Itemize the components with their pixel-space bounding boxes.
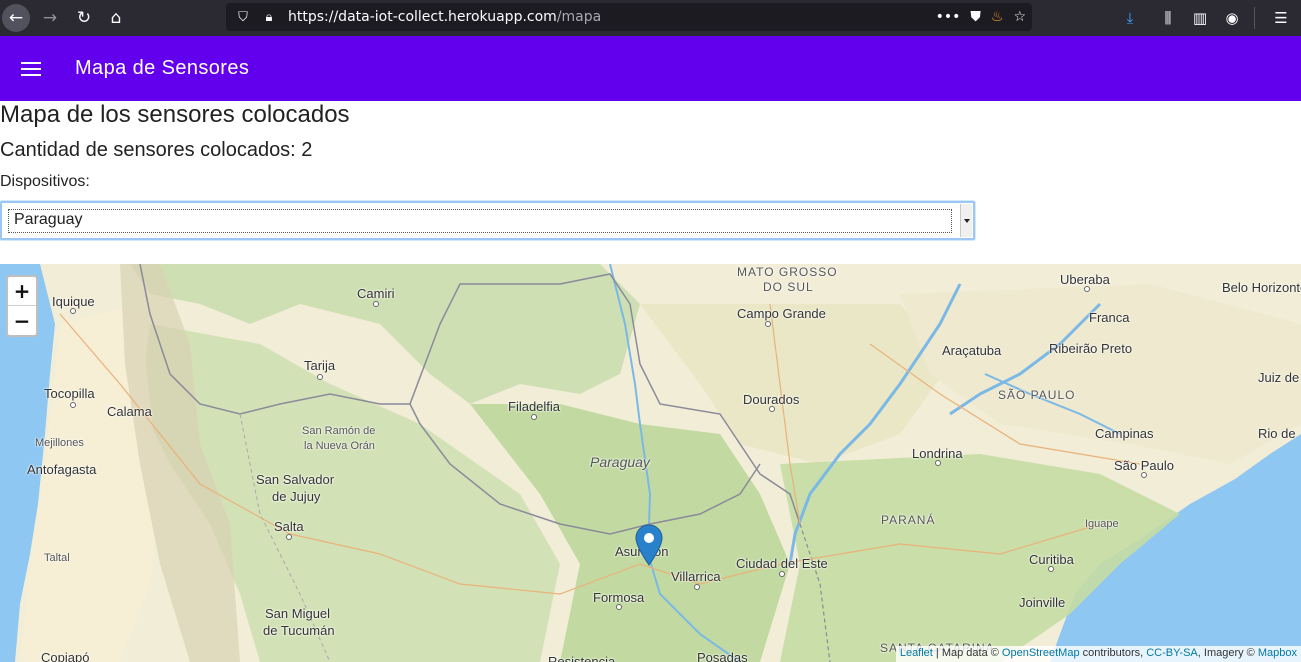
library-icon[interactable]: ⫼ (1154, 4, 1182, 32)
map-label-aracatuba: Araçatuba (942, 343, 1002, 358)
city-dot (70, 308, 76, 314)
map-label-san-salvador-2: de Jujuy (272, 489, 321, 504)
forward-button[interactable]: → (36, 4, 64, 32)
select-focus-ring (8, 209, 952, 233)
osm-link[interactable]: OpenStreetMap (1002, 647, 1080, 659)
map-label-filadelfia: Filadelfia (508, 399, 561, 414)
map-label-tarija: Tarija (304, 358, 336, 373)
map-label-campo-grande: Campo Grande (737, 306, 826, 321)
sensor-count: Cantidad de sensores colocados: 2 (0, 139, 313, 161)
zoom-out-button[interactable]: − (8, 306, 36, 335)
city-dot (935, 460, 941, 466)
map-label-joinville: Joinville (1019, 595, 1066, 610)
hamburger-menu-icon[interactable] (21, 61, 41, 76)
map-label-san-miguel-1: San Miguel (265, 606, 331, 621)
map-label-taltal: Taltal (44, 552, 70, 564)
map-label-sao-paulo: São Paulo (1114, 458, 1174, 473)
back-button[interactable]: ← (2, 4, 30, 32)
map-label-villarrica: Villarrica (671, 569, 721, 584)
map-label-iguape: Iguape (1085, 518, 1119, 530)
city-dot (694, 584, 700, 590)
menu-icon[interactable]: ☰ (1267, 4, 1295, 32)
mapbox-link[interactable]: Mapbox (1258, 647, 1297, 659)
map-label-formosa: Formosa (593, 590, 645, 605)
map-label-san-salvador-1: San Salvador (256, 472, 335, 487)
map-attribution: Leaflet | Map data © OpenStreetMap contr… (895, 646, 1301, 662)
pocket-icon[interactable]: ⛊ (970, 9, 981, 25)
city-dot (1048, 566, 1054, 572)
map-label-juiz-de: Juiz de (1258, 370, 1300, 385)
map-label-salta: Salta (274, 519, 304, 534)
map-label-copiapo: Copiapó (41, 650, 90, 662)
city-dot (769, 406, 775, 412)
shield-icon[interactable]: ⛉ (234, 10, 252, 25)
map-label-campinas: Campinas (1095, 426, 1154, 441)
map-label-franca: Franca (1089, 310, 1130, 325)
leaflet-link[interactable]: Leaflet (900, 647, 933, 659)
license-link[interactable]: CC-BY-SA (1146, 647, 1198, 659)
map-label-curitiba: Curitiba (1029, 552, 1074, 567)
map-label-dourados: Dourados (743, 392, 800, 407)
app-bar: Mapa de Sensores (0, 36, 1301, 101)
map-label-londrina: Londrina (912, 446, 963, 461)
map-label-ciudad-del-este: Ciudad del Este (736, 556, 828, 571)
map-label-mejillones: Mejillones (35, 437, 84, 449)
devices-select-value: Paraguay (14, 211, 83, 228)
map-label-iquique: Iquique (52, 294, 95, 309)
home-button[interactable]: ⌂ (102, 4, 130, 32)
city-dot (779, 571, 785, 577)
map-label-posadas: Posadas (697, 650, 748, 662)
map-label-ribeirao-preto: Ribeirão Preto (1049, 341, 1133, 356)
reload-button[interactable]: ↻ (70, 4, 98, 32)
map-label-camiri: Camiri (357, 286, 395, 301)
map-label-do-sul: DO SUL (763, 280, 814, 294)
map-label-belo-horizonte: Belo Horizonte (1222, 280, 1301, 295)
address-bar[interactable]: ⛉ 🔒︎ https://data-iot-collect.herokuapp.… (226, 3, 1032, 31)
map-label-parana: PARANÁ (881, 513, 936, 527)
sensor-marker-icon[interactable] (635, 524, 663, 566)
zoom-control: + − (6, 275, 38, 337)
url-text[interactable]: https://data-iot-collect.herokuapp.com/m… (288, 9, 601, 25)
map-label-sao-paulo-state: SÃO PAULO (998, 388, 1076, 402)
browser-toolbar: ← → ↻ ⌂ ⛉ 🔒︎ https://data-iot-collect.he… (0, 0, 1301, 36)
city-dot (70, 402, 76, 408)
zoom-in-button[interactable]: + (8, 277, 36, 306)
city-dot (1141, 472, 1147, 478)
city-dot (286, 534, 292, 540)
map-label-resistencia: Resistencia (548, 654, 616, 662)
city-dot (373, 301, 379, 307)
devices-label: Dispositivos: (0, 173, 90, 190)
bookmark-star-icon[interactable]: ☆ (1013, 9, 1026, 25)
map-label-mato-grosso: MATO GROSSO (737, 265, 838, 279)
attribution-text: | Map data © (932, 647, 1002, 659)
city-dot (765, 321, 771, 327)
sidebar-icon[interactable]: ▥ (1186, 4, 1214, 32)
map-label-san-ramon-1: San Ramón de (302, 425, 376, 437)
map-label-uberaba: Uberaba (1060, 272, 1110, 287)
sensor-map[interactable]: MATO GROSSO DO SUL Uberaba Belo Horizont… (0, 264, 1301, 662)
attribution-contrib: contributors, (1079, 647, 1147, 659)
downloads-icon[interactable]: ⤓ (1116, 4, 1144, 32)
attribution-imagery: , Imagery © (1197, 647, 1258, 659)
app-title: Mapa de Sensores (75, 57, 250, 79)
map-label-paraguay: Paraguay (590, 454, 650, 470)
lock-icon[interactable]: 🔒︎ (260, 10, 278, 25)
select-arrow-icon[interactable] (960, 204, 972, 237)
map-label-tocopilla: Tocopilla (44, 386, 95, 401)
extension-icon[interactable]: ♨ (991, 9, 1004, 25)
map-label-calama: Calama (107, 404, 152, 419)
toolbar-separator (1254, 7, 1255, 29)
devices-select[interactable]: Paraguay (0, 201, 975, 240)
page-heading: Mapa de los sensores colocados (0, 101, 350, 128)
map-label-san-miguel-2: de Tucumán (263, 623, 335, 638)
page-actions-icon[interactable]: ••• (936, 9, 961, 25)
city-dot (317, 374, 323, 380)
map-label-rio-de: Rio de (1258, 426, 1296, 441)
city-dot (531, 414, 537, 420)
city-dot (1084, 286, 1090, 292)
city-dot (616, 604, 622, 610)
account-icon[interactable]: ◉ (1218, 4, 1246, 32)
map-label-antofagasta: Antofagasta (27, 462, 97, 477)
map-label-san-ramon-2: la Nueva Orán (304, 440, 375, 452)
